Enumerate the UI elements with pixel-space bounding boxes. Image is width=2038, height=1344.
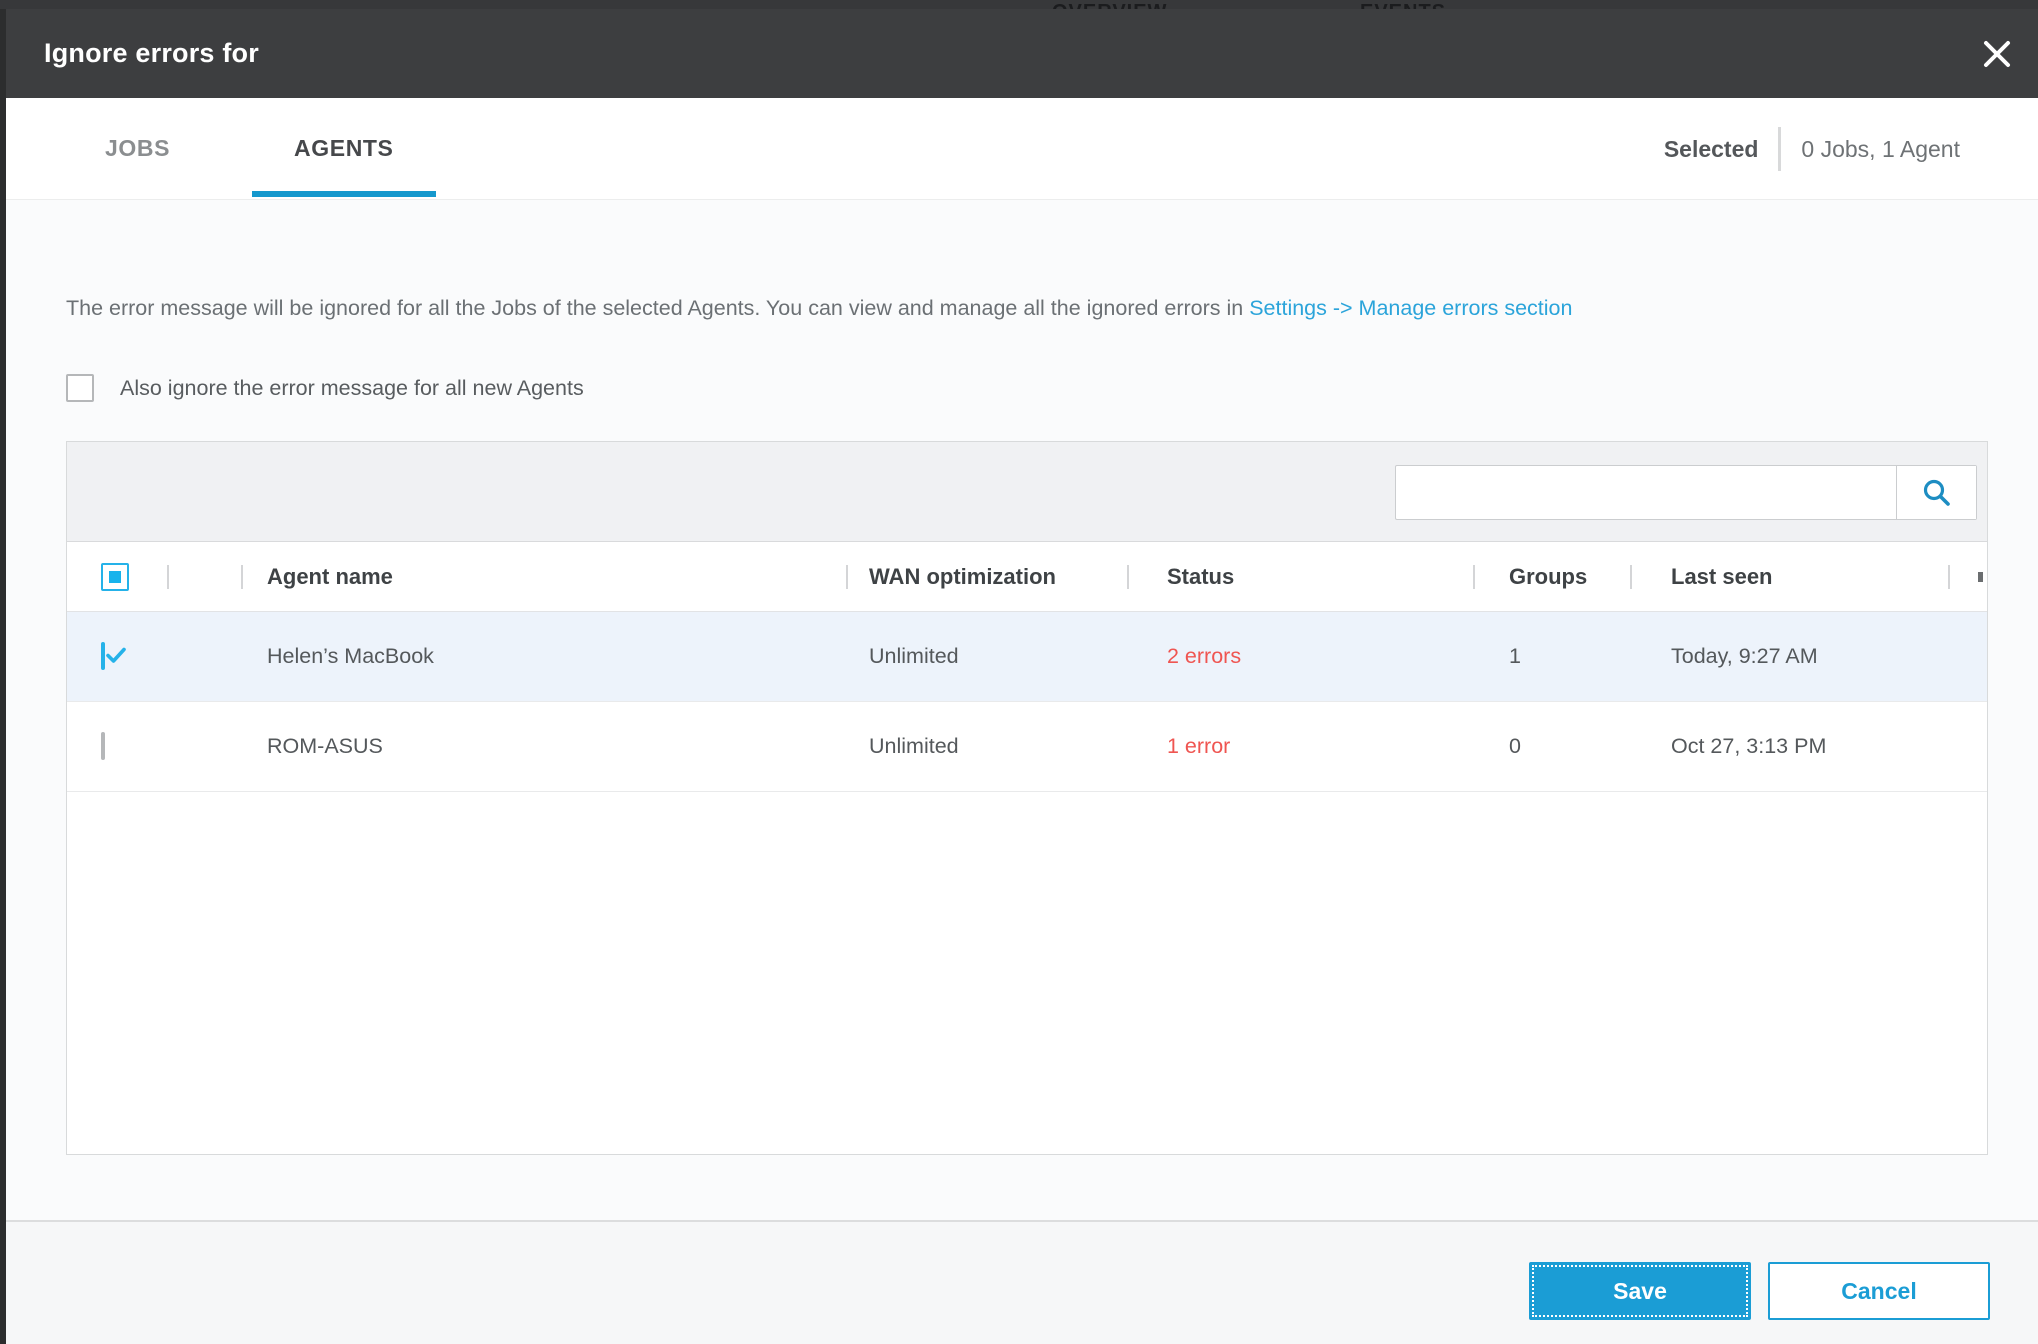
selection-summary: Selected 0 Jobs, 1 Agent [1664, 98, 1960, 200]
table-row[interactable]: ROM-ASUS Unlimited 1 error 0 Oct 27, 3:1… [67, 702, 1987, 792]
background-nav-fragment: OVERVIEW [1052, 1, 1167, 9]
ignore-new-agents-label: Also ignore the error message for all ne… [120, 375, 584, 400]
ignore-errors-dialog: Ignore errors for JOBS AGENTS Selected 0… [6, 9, 2038, 1344]
column-header-wan-optimization[interactable]: WAN optimization [846, 542, 1127, 611]
groups-cell: 1 [1509, 644, 1521, 668]
ignore-new-agents-checkbox[interactable] [66, 374, 94, 402]
close-icon [1984, 40, 2010, 67]
agent-name-cell: Helen’s MacBook [267, 644, 434, 668]
row-checkbox-cell [67, 642, 167, 670]
row-checkbox-checked[interactable] [101, 642, 126, 670]
tab-jobs[interactable]: JOBS [63, 98, 212, 199]
clipped-column-header [1948, 542, 1987, 611]
row-checkbox-unchecked[interactable] [101, 732, 105, 760]
cancel-button[interactable]: Cancel [1768, 1262, 1990, 1320]
search-icon [1923, 479, 1950, 506]
selected-counts: 0 Jobs, 1 Agent [1801, 135, 1960, 162]
status-cell: 2 errors [1167, 644, 1242, 668]
select-all-checkbox[interactable] [101, 562, 129, 591]
column-header-last-seen[interactable]: Last seen [1630, 542, 1948, 611]
clipped-column-fragment [1978, 571, 1983, 582]
column-header-status[interactable]: Status [1127, 542, 1473, 611]
dialog-footer: Save Cancel [6, 1220, 2038, 1344]
last-seen-cell: Oct 27, 3:13 PM [1671, 734, 1827, 758]
groups-cell: 0 [1509, 734, 1521, 758]
ignore-new-agents-option[interactable]: Also ignore the error message for all ne… [66, 374, 584, 402]
tab-agents[interactable]: AGENTS [252, 98, 436, 199]
last-seen-cell: Today, 9:27 AM [1671, 644, 1818, 668]
table-empty-area [67, 792, 1987, 1154]
status-cell: 1 error [1167, 734, 1231, 758]
background-page-strip: OVERVIEW EVENTS [0, 0, 2038, 9]
dialog-titlebar: Ignore errors for [6, 9, 2038, 98]
table-header-row: Agent name WAN optimization Status Group… [67, 542, 1987, 612]
save-button[interactable]: Save [1529, 1262, 1751, 1320]
select-all-cell [67, 542, 167, 611]
search-input[interactable] [1396, 466, 1896, 519]
agent-status-cell [167, 734, 241, 759]
summary-divider [1778, 127, 1782, 171]
row-checkbox-cell [67, 732, 167, 760]
dialog-title: Ignore errors for [44, 38, 259, 68]
agent-status-cell [167, 644, 241, 669]
search-button[interactable] [1896, 466, 1976, 519]
background-nav-fragment: EVENTS [1360, 1, 1446, 9]
wan-optimization-cell: Unlimited [869, 734, 959, 758]
description-text: The error message will be ignored for al… [66, 296, 1986, 321]
column-header-groups[interactable]: Groups [1473, 542, 1630, 611]
status-dot-column-header [167, 542, 241, 611]
description-body: The error message will be ignored for al… [66, 296, 1250, 320]
manage-errors-link[interactable]: Settings -> Manage errors section [1249, 296, 1572, 320]
indeterminate-mark-icon [109, 570, 121, 583]
wan-optimization-cell: Unlimited [869, 644, 959, 668]
agents-table-panel: Agent name WAN optimization Status Group… [66, 441, 1988, 1155]
selected-label: Selected [1663, 135, 1759, 162]
checkmark-icon [106, 647, 126, 663]
agent-name-cell: ROM-ASUS [267, 734, 383, 758]
column-header-agent-name[interactable]: Agent name [241, 542, 846, 611]
search-box [1395, 465, 1977, 520]
tab-bar: JOBS AGENTS Selected 0 Jobs, 1 Agent [6, 98, 2038, 200]
table-toolbar [67, 442, 1987, 542]
table-row[interactable]: Helen’s MacBook Unlimited 2 errors 1 Tod… [67, 612, 1987, 702]
close-button[interactable] [1970, 9, 2024, 98]
